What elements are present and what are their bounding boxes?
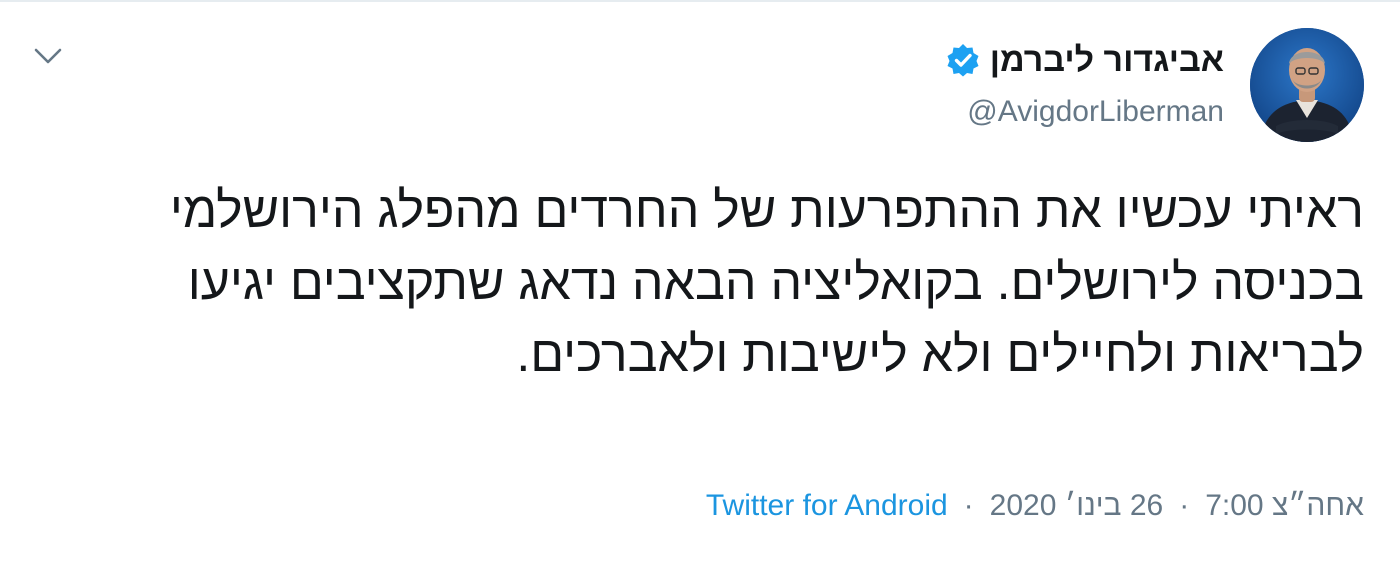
author-handle[interactable]: @AvigdorLiberman [946, 92, 1224, 132]
author-info[interactable]: אביגדור ליברמן @AvigdorLiberman [946, 34, 1224, 132]
meta-separator: · [1179, 489, 1190, 522]
verified-badge-icon [946, 43, 980, 77]
top-divider [0, 0, 1400, 2]
meta-separator: · [963, 489, 974, 522]
tweet-date[interactable]: 26 בינו׳ 2020 [990, 486, 1164, 526]
tweet-meta: Twitter for Android · 26 בינו׳ 2020 · 7:… [706, 486, 1364, 526]
tweet-source-link[interactable]: Twitter for Android [706, 486, 948, 526]
tweet-menu-button[interactable] [30, 38, 66, 74]
tweet-text: ראיתי עכשיו את ההתפרעות של החרדים מהפלג … [155, 182, 1364, 382]
author-display-name[interactable]: אביגדור ליברמן [990, 34, 1224, 86]
author-name-row[interactable]: אביגדור ליברמן [946, 34, 1224, 86]
tweet-card: אביגדור ליברמן @AvigdorLiberman ראיתי עכ… [0, 0, 1400, 561]
tweet-time[interactable]: 7:00 אחה״צ [1205, 486, 1364, 526]
avatar[interactable] [1250, 28, 1364, 142]
chevron-down-icon [34, 48, 62, 64]
